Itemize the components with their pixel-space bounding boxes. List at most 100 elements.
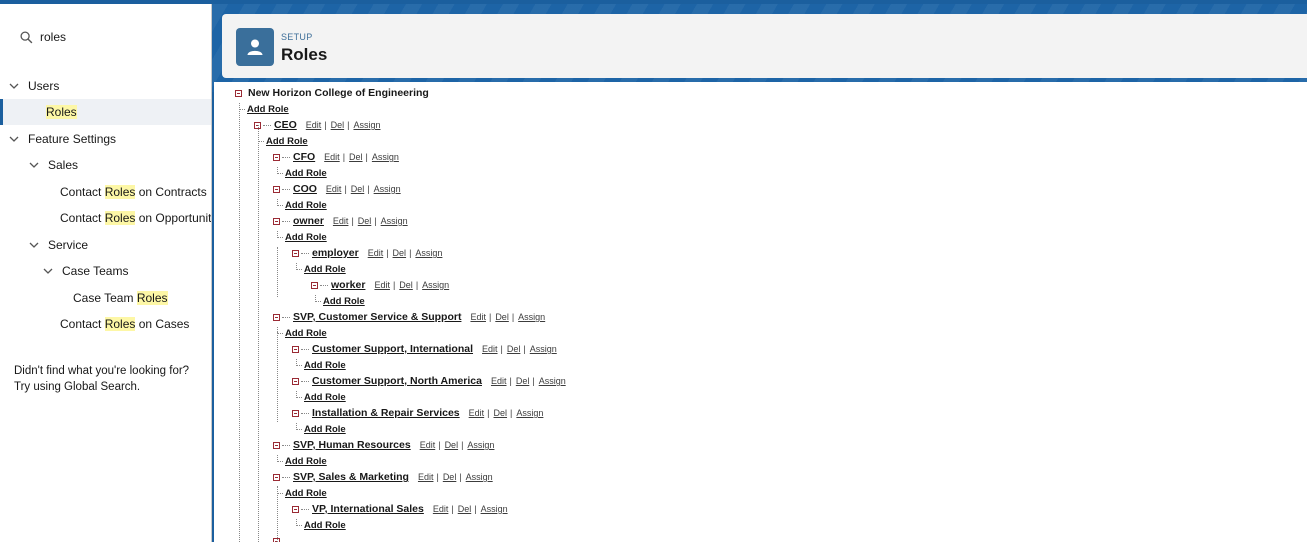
collapse-toggle-icon[interactable] [292, 345, 299, 353]
role-name-link[interactable]: Customer Support, International [312, 343, 473, 355]
assign-link[interactable]: Assign [372, 152, 399, 162]
chevron-down-icon[interactable] [8, 133, 20, 145]
sidebar-item-feature-settings[interactable]: Feature Settings [0, 126, 211, 152]
collapse-toggle-icon[interactable] [235, 89, 242, 97]
edit-link[interactable]: Edit [470, 312, 486, 322]
chevron-down-icon[interactable] [42, 265, 54, 277]
root-node: New Horizon College of Engineering [235, 86, 429, 100]
del-link[interactable]: Del [331, 120, 345, 130]
assign-link[interactable]: Assign [415, 248, 442, 258]
collapse-toggle-icon[interactable] [292, 505, 299, 513]
assign-link[interactable]: Assign [481, 504, 508, 514]
collapse-toggle-icon[interactable] [292, 409, 299, 417]
sidebar-item-contact-roles-cases[interactable]: Contact Roles on Cases [0, 311, 211, 337]
role-name-link[interactable]: CFO [293, 151, 315, 163]
collapse-toggle-icon[interactable] [273, 153, 280, 161]
del-link[interactable]: Del [393, 248, 407, 258]
add-role-link[interactable]: Add Role [266, 136, 308, 147]
assign-link[interactable]: Assign [516, 408, 543, 418]
del-link[interactable]: Del [358, 216, 372, 226]
edit-link[interactable]: Edit [333, 216, 349, 226]
del-link[interactable]: Del [399, 280, 413, 290]
role-name-link[interactable]: owner [293, 215, 324, 227]
role-name-link[interactable]: worker [331, 279, 365, 291]
role-name-link[interactable]: Installation & Repair Services [312, 407, 460, 419]
del-link[interactable]: Del [494, 408, 508, 418]
separator: | [511, 312, 515, 322]
del-link[interactable]: Del [516, 376, 530, 386]
add-role-link[interactable]: Add Role [285, 232, 327, 243]
assign-link[interactable]: Assign [374, 184, 401, 194]
del-link[interactable]: Del [507, 344, 521, 354]
assign-link[interactable]: Assign [467, 440, 494, 450]
add-role-link[interactable]: Add Role [304, 424, 346, 435]
assign-link[interactable]: Assign [518, 312, 545, 322]
del-link[interactable]: Del [351, 184, 365, 194]
role-name-link[interactable]: SVP, Human Resources [293, 439, 411, 451]
edit-link[interactable]: Edit [491, 376, 507, 386]
del-link[interactable]: Del [349, 152, 363, 162]
edit-link[interactable]: Edit [324, 152, 340, 162]
add-role-link[interactable]: Add Role [285, 456, 327, 467]
add-role-link[interactable]: Add Role [285, 200, 327, 211]
sidebar-item-roles[interactable]: Roles [0, 99, 211, 125]
del-link[interactable]: Del [458, 504, 472, 514]
add-role-link[interactable]: Add Role [304, 520, 346, 531]
chevron-down-icon[interactable] [28, 159, 40, 171]
search-input[interactable]: roles [40, 30, 66, 44]
del-link[interactable]: Del [495, 312, 509, 322]
edit-link[interactable]: Edit [469, 408, 485, 418]
collapse-toggle-icon[interactable] [273, 185, 280, 193]
quick-find[interactable]: roles [20, 28, 66, 46]
add-role-link[interactable]: Add Role [304, 360, 346, 371]
role-name-link[interactable]: SVP, Sales & Marketing [293, 471, 409, 483]
role-name-link[interactable]: Customer Support, North America [312, 375, 482, 387]
add-role-link[interactable]: Add Role [304, 392, 346, 403]
edit-link[interactable]: Edit [326, 184, 342, 194]
collapse-toggle-icon[interactable] [273, 441, 280, 449]
assign-link[interactable]: Assign [422, 280, 449, 290]
add-role-link[interactable]: Add Role [285, 168, 327, 179]
role-name-link[interactable]: SVP, Customer Service & Support [293, 311, 461, 323]
edit-link[interactable]: Edit [368, 248, 384, 258]
chevron-down-icon[interactable] [8, 80, 20, 92]
edit-link[interactable]: Edit [306, 120, 322, 130]
del-link[interactable]: Del [445, 440, 459, 450]
collapse-toggle-icon[interactable] [273, 473, 280, 481]
collapse-toggle-icon[interactable] [311, 281, 318, 289]
assign-link[interactable]: Assign [530, 344, 557, 354]
chevron-down-icon[interactable] [28, 239, 40, 251]
sidebar-item-contact-roles-opportunities[interactable]: Contact Roles on Opportunities [0, 205, 211, 231]
edit-link[interactable]: Edit [482, 344, 498, 354]
sidebar-item-case-teams[interactable]: Case Teams [0, 258, 211, 284]
sidebar-item-contact-roles-contracts[interactable]: Contact Roles on Contracts [0, 179, 211, 205]
role-name-link[interactable]: COO [293, 183, 317, 195]
del-link[interactable]: Del [443, 472, 457, 482]
add-role-link[interactable]: Add Role [304, 264, 346, 275]
sidebar-item-users[interactable]: Users [0, 73, 211, 99]
role-name-link[interactable]: VP, International Sales [312, 503, 424, 515]
edit-link[interactable]: Edit [418, 472, 434, 482]
assign-link[interactable]: Assign [466, 472, 493, 482]
role-name-link[interactable]: employer [312, 247, 359, 259]
sidebar-item-case-team-roles[interactable]: Case Team Roles [0, 285, 211, 311]
add-role-link[interactable]: Add Role [285, 488, 327, 499]
edit-link[interactable]: Edit [374, 280, 390, 290]
separator: | [386, 248, 389, 258]
collapse-toggle-icon[interactable] [273, 217, 280, 225]
collapse-toggle-icon[interactable] [292, 249, 299, 257]
role-name-link[interactable]: CEO [274, 119, 297, 131]
assign-link[interactable]: Assign [381, 216, 408, 226]
assign-link[interactable]: Assign [353, 120, 380, 130]
edit-link[interactable]: Edit [433, 504, 449, 514]
sidebar-item-service[interactable]: Service [0, 232, 211, 258]
edit-link[interactable]: Edit [420, 440, 436, 450]
sidebar-item-sales[interactable]: Sales [0, 152, 211, 178]
assign-link[interactable]: Assign [539, 376, 566, 386]
collapse-toggle-icon[interactable] [273, 313, 280, 321]
add-role-link[interactable]: Add Role [285, 328, 327, 339]
add-role-link[interactable]: Add Role [247, 104, 289, 115]
collapse-toggle-icon[interactable] [292, 377, 299, 385]
tree-connector [315, 295, 321, 302]
add-role-link[interactable]: Add Role [323, 296, 365, 307]
